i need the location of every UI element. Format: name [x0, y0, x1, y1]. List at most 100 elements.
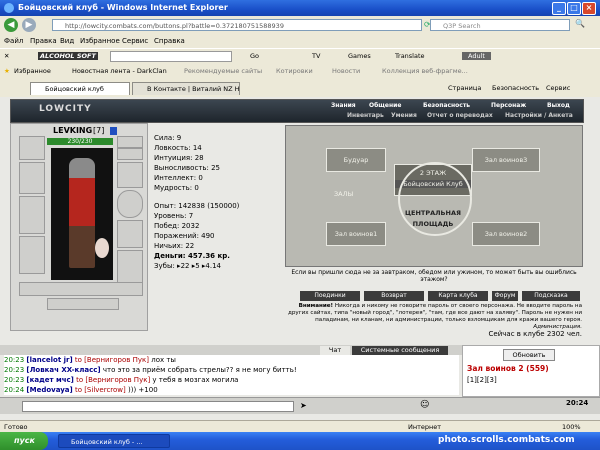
adult-toggle[interactable]: Adult: [462, 52, 491, 60]
taskbar: пуск Бойцовский клуб - ... photo.scrolls…: [0, 432, 600, 450]
toolbar-brand[interactable]: ALCOHOL SOFT: [38, 52, 98, 60]
stat-wisdom: Мудрость: 0: [154, 184, 199, 192]
stat-endurance: Выносливость: 25: [154, 164, 221, 172]
online-count: Сейчас в клубе 2302 чел.: [488, 330, 582, 338]
menu-favorites[interactable]: Избранное: [80, 37, 120, 45]
favorites-star-icon[interactable]: ★: [4, 67, 10, 75]
character-panel: LEVKING [7] 230/230: [10, 123, 148, 331]
room-pages[interactable]: [1][2][3]: [467, 376, 497, 384]
shield-slot[interactable]: [117, 190, 143, 218]
quick-slots[interactable]: [47, 298, 119, 310]
search-icon[interactable]: 🔍: [575, 19, 585, 28]
nav-social[interactable]: Общение: [369, 102, 401, 109]
fav-item-2[interactable]: Рекомендуемые сайты: [184, 67, 262, 75]
earrings-slot[interactable]: [117, 136, 143, 148]
start-button[interactable]: пуск: [0, 432, 48, 450]
minimize-button[interactable]: _: [552, 2, 566, 15]
fav-item-3[interactable]: Котировки: [276, 67, 313, 75]
room-warriors-3[interactable]: Зал воинов3: [472, 148, 540, 172]
nav-settings[interactable]: Настройки / Анкета: [505, 112, 573, 119]
taskbar-item-ie[interactable]: Бойцовский клуб - ...: [58, 434, 170, 448]
translate-button[interactable]: Translate: [395, 52, 425, 60]
chat-input[interactable]: [22, 401, 294, 412]
stat-intellect: Интеллект: 0: [154, 174, 203, 182]
inventory-row[interactable]: [19, 282, 143, 296]
menu-view[interactable]: Вид: [60, 37, 74, 45]
stat-agility: Ловкость: 14: [154, 144, 202, 152]
nav-character[interactable]: Персонаж: [491, 102, 526, 109]
chat-author[interactable]: [Medovaya]: [26, 386, 72, 394]
character-avatar[interactable]: [51, 148, 113, 280]
forum-button[interactable]: Форум: [492, 291, 518, 301]
ring-slot[interactable]: [117, 162, 143, 188]
room-warriors-2[interactable]: Зал воинов2: [472, 222, 540, 246]
map-caption: Если вы пришли сюда не за завтраком, обе…: [291, 269, 577, 283]
smiles-icon[interactable]: ☺: [420, 400, 429, 410]
safety-menu[interactable]: Безопасность: [492, 84, 539, 92]
stat-level: Уровень: 7: [154, 212, 194, 220]
zone-label: Интернет: [408, 423, 442, 431]
helmet-slot[interactable]: [19, 136, 45, 160]
nav-transfers[interactable]: Отчет о переводах: [427, 112, 493, 119]
games-button[interactable]: Games: [348, 52, 371, 60]
fav-item-4[interactable]: Новости: [332, 67, 360, 75]
favorites-button[interactable]: Избранное: [14, 67, 51, 75]
map-ring-shape: [398, 162, 472, 236]
tab-vkontakte[interactable]: В Контакте | Виталий NZ Н...: [132, 82, 240, 95]
city-logo: LOWCITY: [39, 104, 92, 114]
tab-system-messages[interactable]: Системные сообщения: [352, 346, 448, 355]
necklace-slot[interactable]: [117, 148, 143, 160]
nav-security[interactable]: Безопасность: [423, 102, 470, 109]
go-button[interactable]: Go: [250, 52, 259, 60]
nav-skills[interactable]: Умения: [391, 112, 417, 119]
fights-button[interactable]: Поединки: [300, 291, 360, 301]
status-text: Готово: [4, 423, 28, 431]
tab-combats[interactable]: Бойцовский клуб: [30, 82, 130, 95]
room-warriors-1[interactable]: Зал воинов1: [326, 222, 386, 246]
send-icon[interactable]: ➤: [300, 401, 307, 410]
close-button[interactable]: ×: [582, 2, 596, 15]
service-menu[interactable]: Сервис: [546, 84, 570, 92]
forward-button[interactable]: ▶: [22, 18, 36, 32]
menu-help[interactable]: Справка: [154, 37, 185, 45]
clan-icon[interactable]: [110, 127, 117, 135]
warning-title: Внимание!: [298, 303, 334, 309]
character-name[interactable]: LEVKING: [53, 126, 92, 135]
url-input[interactable]: http://lowcity.combats.com/buttons.pl?ba…: [52, 19, 422, 31]
return-button[interactable]: Возврат: [364, 291, 424, 301]
chat-author[interactable]: [lancelot jr]: [26, 356, 72, 364]
chat-line: 20:23 [кадет мчс] to [Вернигоров Пук] у …: [4, 376, 239, 384]
club-map: Будуар Зал воинов3 2 ЭТАЖ Бойцовский Клу…: [285, 125, 583, 267]
maximize-button[interactable]: □: [567, 2, 581, 15]
tab-chat[interactable]: Чат: [320, 346, 350, 355]
armor-slot[interactable]: [19, 162, 45, 194]
zoom-level[interactable]: 100%: [562, 423, 581, 431]
fav-item-5[interactable]: Коллекция веб-фрагме...: [382, 67, 468, 75]
menu-file[interactable]: Файл: [4, 37, 23, 45]
chat-author[interactable]: [Ловкач XX-класс]: [26, 366, 100, 374]
club-map-button[interactable]: Карта клуба: [428, 291, 488, 301]
warning-block: Внимание! Никогда и никому не говорите п…: [286, 303, 582, 338]
weapon-slot[interactable]: [19, 196, 45, 234]
nav-knowledge[interactable]: Знания: [331, 102, 356, 109]
close-toolbar-icon[interactable]: ✕: [4, 52, 9, 60]
page-menu[interactable]: Страница: [448, 84, 481, 92]
chat-author[interactable]: [кадет мчс]: [26, 376, 73, 384]
nav-inventory[interactable]: Инвентарь: [347, 112, 384, 119]
search-input[interactable]: Q3P Search: [430, 19, 570, 31]
room-boudoir[interactable]: Будуар: [326, 148, 386, 172]
chat-toolbar: ➤ ☺ 20:24: [0, 397, 600, 414]
toolbar-search-field[interactable]: [110, 51, 232, 62]
nav-exit[interactable]: Выход: [547, 102, 570, 109]
refresh-button[interactable]: Обновить: [503, 349, 555, 361]
belt-slot[interactable]: [19, 236, 45, 274]
menu-edit[interactable]: Правка: [30, 37, 57, 45]
gloves-slot[interactable]: [117, 220, 143, 248]
fav-item-1[interactable]: Новостная лента - DarkClan: [72, 67, 167, 75]
hint-button[interactable]: Подсказка: [522, 291, 580, 301]
back-button[interactable]: ◀: [4, 18, 18, 32]
menu-tools[interactable]: Сервис: [122, 37, 148, 45]
chat-log: 20:23 [lancelot jr] to [Вернигоров Пук] …: [4, 355, 459, 395]
warning-text: Никогда и никому не говорите пароль от с…: [288, 303, 582, 323]
tv-button[interactable]: TV: [312, 52, 320, 60]
